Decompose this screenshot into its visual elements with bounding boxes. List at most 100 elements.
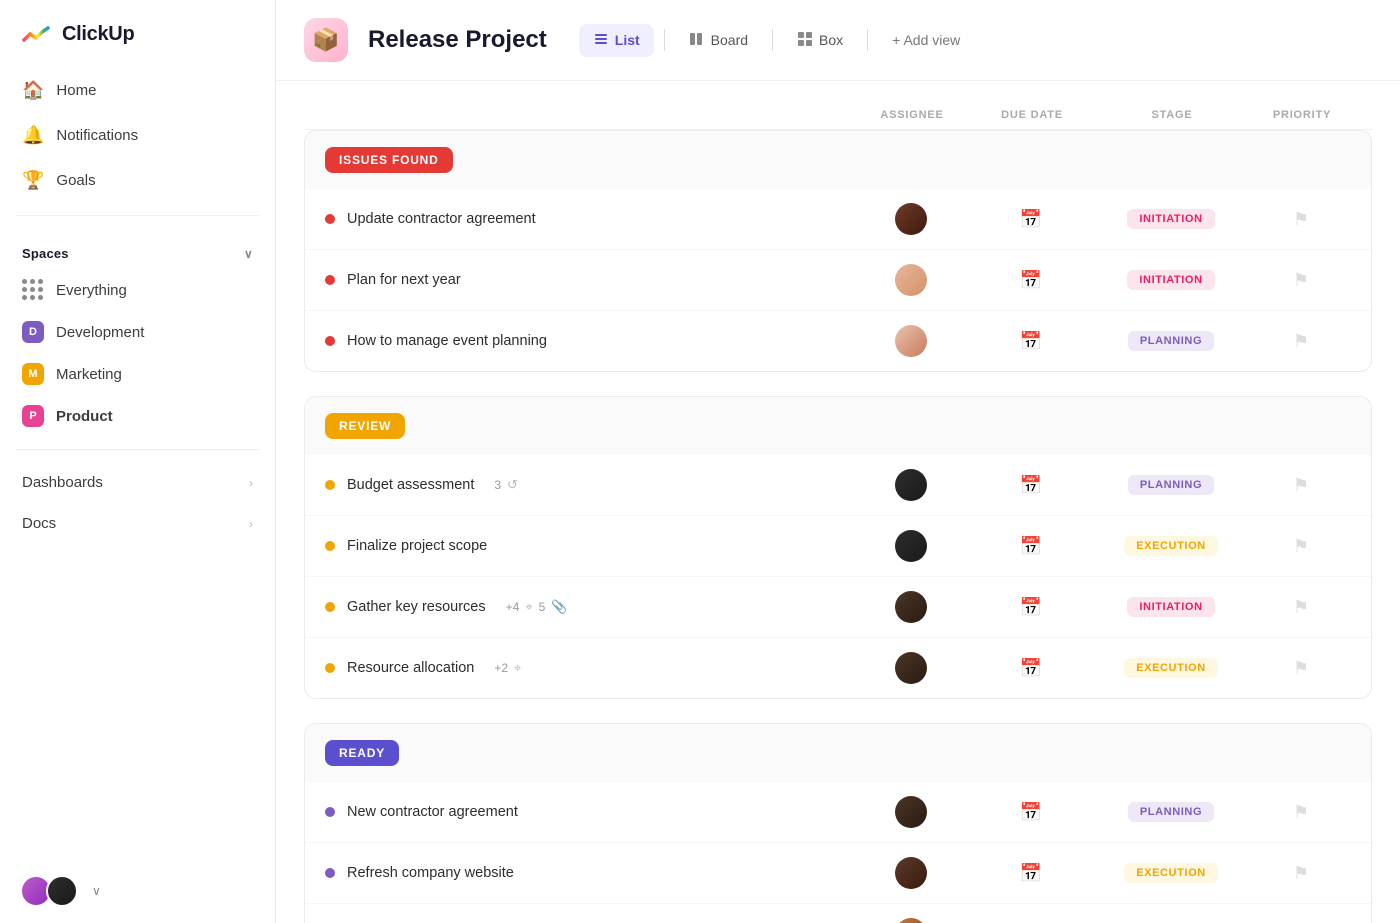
date-cell[interactable]: 📅 [971, 331, 1091, 352]
task-dot-icon [325, 807, 335, 817]
stage-badge: PLANNING [1128, 331, 1214, 351]
view-divider-1 [664, 29, 665, 51]
group-header-ready: READY [305, 724, 1371, 782]
tab-box[interactable]: Box [783, 24, 857, 57]
task-name-budget: Budget assessment 3 ↺ [325, 477, 851, 493]
product-badge: P [22, 405, 44, 427]
task-row[interactable]: Resource allocation +2 ⌖ 📅 EXECUTION ⚑ [305, 638, 1371, 698]
stage-cell: INITIATION [1091, 597, 1251, 617]
stage-badge: EXECUTION [1124, 658, 1218, 678]
task-row[interactable]: Gather key resources +4 ⌖ 5 📎 📅 INITIATI… [305, 577, 1371, 638]
sidebar-item-marketing[interactable]: M Marketing [8, 353, 267, 395]
marketing-letter: M [28, 368, 37, 380]
task-meta: +2 ⌖ [494, 660, 521, 676]
task-row[interactable]: Refresh company website 📅 EXECUTION ⚑ [305, 843, 1371, 904]
spaces-chevron-icon[interactable]: ∨ [244, 247, 253, 261]
notifications-label: Notifications [56, 127, 138, 144]
date-cell[interactable]: 📅 [971, 863, 1091, 884]
task-text: Gather key resources [347, 599, 486, 615]
priority-cell: ⚑ [1251, 536, 1351, 557]
task-row[interactable]: Update key objectives 5 📎 📅 EXECUTION ⚑ [305, 904, 1371, 923]
grid-dots-icon [22, 279, 44, 301]
task-dot-icon [325, 480, 335, 490]
priority-cell: ⚑ [1251, 209, 1351, 230]
task-text: Plan for next year [347, 272, 461, 288]
priority-cell: ⚑ [1251, 863, 1351, 884]
date-cell[interactable]: 📅 [971, 270, 1091, 291]
assignee-cell [851, 203, 971, 235]
task-row[interactable]: Update contractor agreement 📅 INITIATION… [305, 189, 1371, 250]
avatar [895, 652, 927, 684]
meta-extra: +2 [494, 661, 508, 675]
marketing-label: Marketing [56, 366, 122, 383]
task-row[interactable]: New contractor agreement 📅 PLANNING ⚑ [305, 782, 1371, 843]
assignee-cell [851, 530, 971, 562]
date-cell[interactable]: 📅 [971, 209, 1091, 230]
stage-cell: INITIATION [1091, 209, 1251, 229]
add-view-button[interactable]: + Add view [878, 25, 974, 55]
sidebar-item-notifications[interactable]: 🔔 Notifications [8, 113, 267, 158]
board-tab-label: Board [711, 32, 748, 48]
date-cell[interactable]: 📅 [971, 536, 1091, 557]
stage-badge: INITIATION [1127, 270, 1214, 290]
task-row[interactable]: Finalize project scope 📅 EXECUTION ⚑ [305, 516, 1371, 577]
refresh-icon: ↺ [507, 477, 518, 493]
calendar-icon: 📅 [1020, 597, 1042, 618]
task-text: Resource allocation [347, 660, 474, 676]
date-cell[interactable]: 📅 [971, 597, 1091, 618]
date-cell[interactable]: 📅 [971, 802, 1091, 823]
group-label-ready: READY [325, 740, 399, 766]
stage-cell: PLANNING [1091, 331, 1251, 351]
marketing-badge: M [22, 363, 44, 385]
date-cell[interactable]: 📅 [971, 658, 1091, 679]
assignee-cell [851, 469, 971, 501]
bottom-nav: Dashboards › Docs › [0, 462, 275, 544]
date-cell[interactable]: 📅 [971, 475, 1091, 496]
sidebar-item-development[interactable]: D Development [8, 311, 267, 353]
box-tab-icon [797, 31, 813, 50]
calendar-icon: 📅 [1020, 658, 1042, 679]
sidebar-item-docs[interactable]: Docs › [8, 503, 267, 544]
tab-list[interactable]: List [579, 24, 654, 57]
sidebar-item-home[interactable]: 🏠 Home [8, 68, 267, 113]
col-task [324, 109, 852, 121]
docs-label: Docs [22, 515, 56, 532]
group-label-issues-found: ISSUES FOUND [325, 147, 453, 173]
sidebar-item-everything[interactable]: Everything [8, 269, 267, 311]
bell-icon: 🔔 [22, 125, 44, 146]
task-row[interactable]: How to manage event planning 📅 PLANNING … [305, 311, 1371, 371]
assignee-cell [851, 264, 971, 296]
task-text: Refresh company website [347, 865, 514, 881]
task-list-container: ASSIGNEE DUE DATE STAGE PRIORITY ISSUES … [276, 81, 1400, 923]
footer-chevron-icon[interactable]: ∨ [92, 884, 101, 898]
stage-cell: EXECUTION [1091, 863, 1251, 883]
flag-icon: ⚑ [1293, 331, 1309, 352]
goals-label: Goals [56, 172, 95, 189]
task-meta: +4 ⌖ 5 📎 [506, 599, 568, 615]
sidebar-item-dashboards[interactable]: Dashboards › [8, 462, 267, 503]
stage-badge: EXECUTION [1124, 863, 1218, 883]
sidebar-item-goals[interactable]: 🏆 Goals [8, 158, 267, 203]
col-assignee: ASSIGNEE [852, 109, 972, 121]
avatar [895, 857, 927, 889]
task-text: Budget assessment [347, 477, 474, 493]
assignee-cell [851, 591, 971, 623]
avatar [895, 591, 927, 623]
flag-icon: ⚑ [1293, 475, 1309, 496]
sidebar: ClickUp 🏠 Home 🔔 Notifications 🏆 Goals S… [0, 0, 276, 923]
task-name-gather-resources: Gather key resources +4 ⌖ 5 📎 [325, 599, 851, 615]
user-avatars[interactable] [20, 875, 78, 907]
calendar-icon: 📅 [1020, 209, 1042, 230]
divider-2 [16, 449, 259, 450]
sidebar-item-product[interactable]: P Product [8, 395, 267, 437]
task-row[interactable]: Plan for next year 📅 INITIATION ⚑ [305, 250, 1371, 311]
tab-board[interactable]: Board [675, 24, 762, 57]
task-row[interactable]: Budget assessment 3 ↺ 📅 PLANNING ⚑ [305, 455, 1371, 516]
view-divider-2 [772, 29, 773, 51]
avatar [895, 469, 927, 501]
product-label: Product [56, 408, 113, 425]
tag-icon: ⌖ [525, 599, 532, 615]
calendar-icon: 📅 [1020, 863, 1042, 884]
task-name-update-contractor: Update contractor agreement [325, 211, 851, 227]
task-text: How to manage event planning [347, 333, 547, 349]
